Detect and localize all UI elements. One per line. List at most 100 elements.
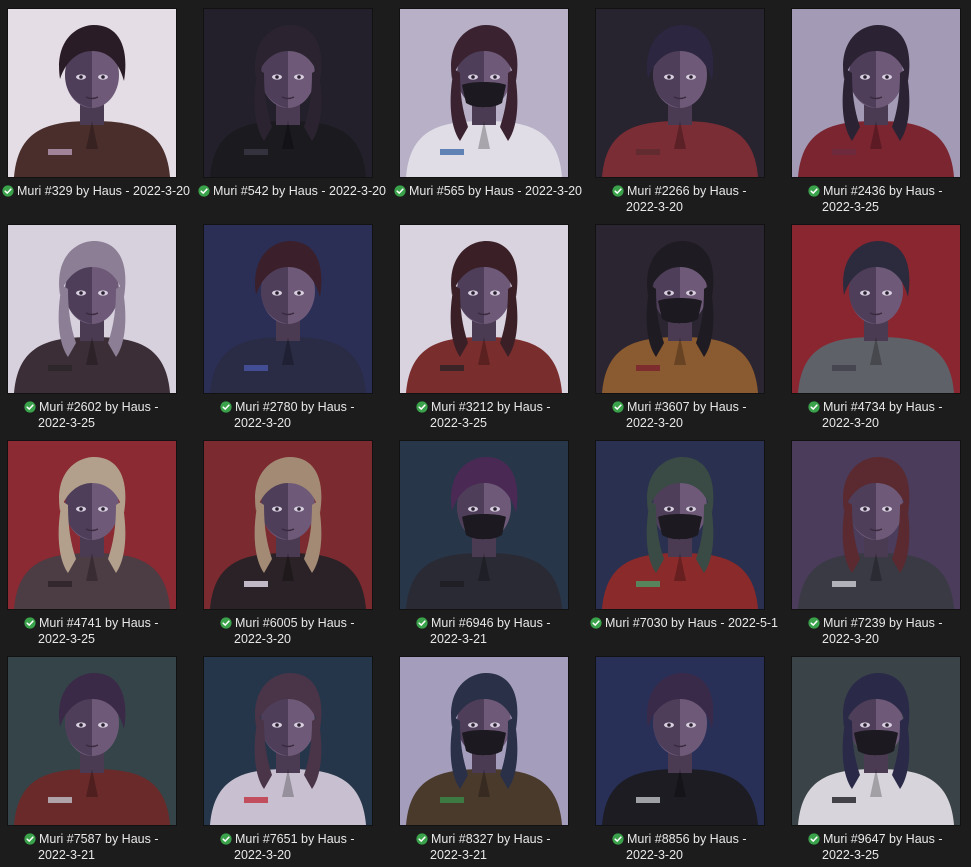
- file-thumbnail-tile[interactable]: Muri #4741 by Haus - 2022-3-25: [8, 441, 184, 646]
- file-name-label[interactable]: Muri #8327 by Haus - 2022-3-21: [400, 831, 576, 863]
- file-name-line-2: 2022-3-25: [38, 632, 95, 646]
- file-name-text: Muri #7030 by Haus - 2022-5-1: [605, 616, 779, 630]
- file-thumbnail-tile[interactable]: Muri #542 by Haus - 2022-3-20: [198, 9, 386, 214]
- thumbnail-image[interactable]: [8, 225, 176, 393]
- thumbnail-image[interactable]: [596, 9, 764, 177]
- nft-portrait-image: [400, 9, 568, 177]
- file-thumbnail-tile[interactable]: Muri #565 by Haus - 2022-3-20: [394, 9, 582, 214]
- file-name-text: Muri #2266 by Haus -: [627, 184, 747, 198]
- file-name-label[interactable]: Muri #2602 by Haus - 2022-3-25: [8, 399, 184, 431]
- thumbnail-image[interactable]: [8, 441, 176, 609]
- file-name-label[interactable]: Muri #7030 by Haus - 2022-5-1: [590, 615, 778, 631]
- file-name-label[interactable]: Muri #9647 by Haus - 2022-3-25: [792, 831, 968, 863]
- file-thumbnail-tile[interactable]: Muri #2436 by Haus - 2022-3-25: [792, 9, 968, 214]
- thumbnail-image[interactable]: [596, 441, 764, 609]
- file-thumbnail-tile[interactable]: Muri #6005 by Haus - 2022-3-20: [204, 441, 380, 646]
- thumbnail-image[interactable]: [400, 657, 568, 825]
- thumbnail-image[interactable]: [596, 657, 764, 825]
- file-name-line-2: 2022-3-25: [822, 200, 879, 214]
- file-name-line-1: Muri #4734 by Haus -: [792, 399, 968, 415]
- thumbnail-image[interactable]: [400, 441, 568, 609]
- synced-check-icon: [612, 833, 624, 845]
- file-name-label[interactable]: Muri #4734 by Haus - 2022-3-20: [792, 399, 968, 431]
- file-thumbnail-tile[interactable]: Muri #7030 by Haus - 2022-5-1: [590, 441, 778, 646]
- file-name-label[interactable]: Muri #2266 by Haus - 2022-3-20: [596, 183, 772, 215]
- file-name-label[interactable]: Muri #7651 by Haus - 2022-3-20: [204, 831, 380, 863]
- thumbnail-image[interactable]: [792, 225, 960, 393]
- file-name-label[interactable]: Muri #329 by Haus - 2022-3-20: [2, 183, 190, 199]
- synced-check-icon: [612, 185, 624, 197]
- file-thumbnail-tile[interactable]: Muri #2266 by Haus - 2022-3-20: [596, 9, 772, 214]
- file-thumbnail-tile[interactable]: Muri #8327 by Haus - 2022-3-21: [400, 657, 576, 862]
- nft-portrait-image: [8, 9, 176, 177]
- file-thumbnail-tile[interactable]: Muri #3212 by Haus - 2022-3-25: [400, 225, 576, 430]
- file-name-line-2: 2022-3-25: [38, 416, 95, 430]
- file-name-line-1: Muri #6005 by Haus -: [204, 615, 380, 631]
- file-name-line-1: Muri #8327 by Haus -: [400, 831, 576, 847]
- file-name-label[interactable]: Muri #565 by Haus - 2022-3-20: [394, 183, 582, 199]
- file-thumbnail-tile[interactable]: Muri #8856 by Haus - 2022-3-20: [596, 657, 772, 862]
- file-thumbnail-tile[interactable]: Muri #4734 by Haus - 2022-3-20: [792, 225, 968, 430]
- file-name-line-1: Muri #2602 by Haus -: [8, 399, 184, 415]
- file-name-label[interactable]: Muri #6946 by Haus - 2022-3-21: [400, 615, 576, 647]
- file-name-line-2: 2022-3-25: [822, 848, 879, 862]
- file-name-text: Muri #3607 by Haus -: [627, 400, 747, 414]
- file-thumbnail-tile[interactable]: Muri #7587 by Haus - 2022-3-21: [8, 657, 184, 862]
- file-name-label[interactable]: Muri #7239 by Haus - 2022-3-20: [792, 615, 968, 647]
- thumbnail-image[interactable]: [792, 657, 960, 825]
- file-name-text: Muri #7587 by Haus -: [39, 832, 159, 846]
- file-name-label[interactable]: Muri #8856 by Haus - 2022-3-20: [596, 831, 772, 863]
- file-thumbnail-tile[interactable]: Muri #7239 by Haus - 2022-3-20: [792, 441, 968, 646]
- thumbnail-image[interactable]: [8, 9, 176, 177]
- file-name-line-1: Muri #3212 by Haus -: [400, 399, 576, 415]
- file-thumbnail-tile[interactable]: Muri #6946 by Haus - 2022-3-21: [400, 441, 576, 646]
- thumbnail-image[interactable]: [792, 9, 960, 177]
- file-name-label[interactable]: Muri #6005 by Haus - 2022-3-20: [204, 615, 380, 647]
- synced-check-icon: [220, 617, 232, 629]
- file-name-line-2: 2022-3-21: [38, 848, 95, 862]
- file-name-text: Muri #6946 by Haus -: [431, 616, 551, 630]
- file-thumbnail-tile[interactable]: Muri #9647 by Haus - 2022-3-25: [792, 657, 968, 862]
- file-name-label[interactable]: Muri #7587 by Haus - 2022-3-21: [8, 831, 184, 863]
- synced-check-icon: [2, 185, 14, 197]
- file-name-line-1: Muri #4741 by Haus -: [8, 615, 184, 631]
- nft-portrait-image: [8, 225, 176, 393]
- file-thumbnail-tile[interactable]: Muri #3607 by Haus - 2022-3-20: [596, 225, 772, 430]
- thumbnail-image[interactable]: [204, 9, 372, 177]
- nft-portrait-image: [8, 657, 176, 825]
- synced-check-icon: [24, 617, 36, 629]
- thumbnail-image[interactable]: [400, 225, 568, 393]
- file-thumbnail-tile[interactable]: Muri #2602 by Haus - 2022-3-25: [8, 225, 184, 430]
- thumbnail-image[interactable]: [8, 657, 176, 825]
- file-name-text: Muri #2436 by Haus -: [823, 184, 943, 198]
- thumbnail-image[interactable]: [204, 441, 372, 609]
- file-name-text: Muri #9647 by Haus -: [823, 832, 943, 846]
- nft-portrait-image: [792, 9, 960, 177]
- file-name-text: Muri #7651 by Haus -: [235, 832, 355, 846]
- synced-check-icon: [590, 617, 602, 629]
- file-name-label[interactable]: Muri #2436 by Haus - 2022-3-25: [792, 183, 968, 215]
- thumbnail-image[interactable]: [596, 225, 764, 393]
- file-name-label[interactable]: Muri #2780 by Haus - 2022-3-20: [204, 399, 380, 431]
- nft-portrait-image: [596, 9, 764, 177]
- nft-portrait-image: [596, 441, 764, 609]
- file-name-line-2: 2022-3-20: [822, 632, 879, 646]
- file-name-line-2: 2022-3-20: [234, 416, 291, 430]
- thumbnail-image[interactable]: [204, 225, 372, 393]
- file-thumbnail-tile[interactable]: Muri #329 by Haus - 2022-3-20: [2, 9, 190, 214]
- thumbnail-image[interactable]: [400, 9, 568, 177]
- file-thumbnail-tile[interactable]: Muri #2780 by Haus - 2022-3-20: [204, 225, 380, 430]
- file-name-label[interactable]: Muri #542 by Haus - 2022-3-20: [198, 183, 386, 199]
- file-name-text: Muri #6005 by Haus -: [235, 616, 355, 630]
- file-name-line-1: Muri #565 by Haus - 2022-3-20: [394, 183, 582, 199]
- synced-check-icon: [198, 185, 210, 197]
- thumbnail-image[interactable]: [792, 441, 960, 609]
- file-thumbnail-tile[interactable]: Muri #7651 by Haus - 2022-3-20: [204, 657, 380, 862]
- file-name-line-1: Muri #9647 by Haus -: [792, 831, 968, 847]
- thumbnail-image[interactable]: [204, 657, 372, 825]
- file-name-text: Muri #3212 by Haus -: [431, 400, 551, 414]
- file-name-label[interactable]: Muri #4741 by Haus - 2022-3-25: [8, 615, 184, 647]
- file-name-label[interactable]: Muri #3212 by Haus - 2022-3-25: [400, 399, 576, 431]
- file-name-label[interactable]: Muri #3607 by Haus - 2022-3-20: [596, 399, 772, 431]
- file-name-text: Muri #4734 by Haus -: [823, 400, 943, 414]
